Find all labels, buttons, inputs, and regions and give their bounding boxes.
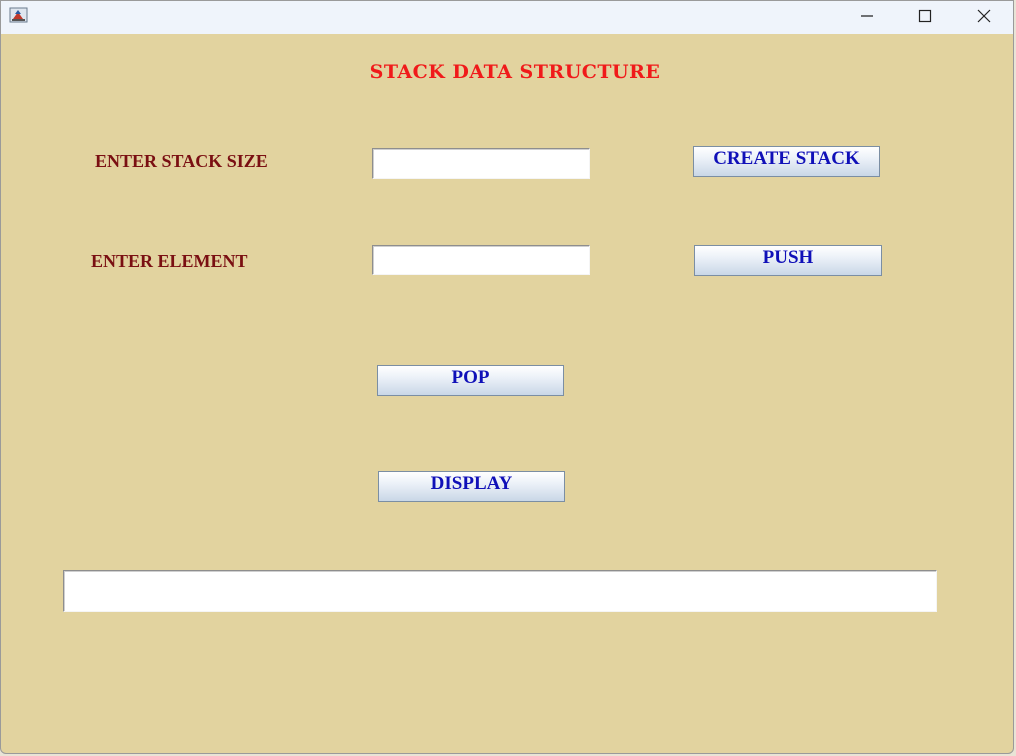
maximize-icon xyxy=(918,9,932,23)
minimize-button[interactable] xyxy=(838,1,896,31)
close-icon xyxy=(977,9,991,23)
maximize-button[interactable] xyxy=(896,1,954,31)
push-button[interactable]: PUSH xyxy=(694,245,882,276)
java-app-icon xyxy=(9,6,29,24)
create-stack-button[interactable]: CREATE STACK xyxy=(693,146,880,177)
display-button[interactable]: DISPLAY xyxy=(378,471,565,502)
output-field[interactable] xyxy=(63,570,937,612)
minimize-icon xyxy=(860,9,874,23)
stack-size-input[interactable] xyxy=(372,148,590,179)
title-bar[interactable] xyxy=(1,1,1013,34)
element-input[interactable] xyxy=(372,245,590,275)
close-button[interactable] xyxy=(955,1,1013,31)
element-label: ENTER ELEMENT xyxy=(91,251,248,271)
app-window: STACK DATA STRUCTURE ENTER STACK SIZE CR… xyxy=(0,0,1014,754)
pop-button[interactable]: POP xyxy=(377,365,564,396)
stack-size-label: ENTER STACK SIZE xyxy=(95,151,268,171)
page-title: STACK DATA STRUCTURE xyxy=(369,61,661,83)
